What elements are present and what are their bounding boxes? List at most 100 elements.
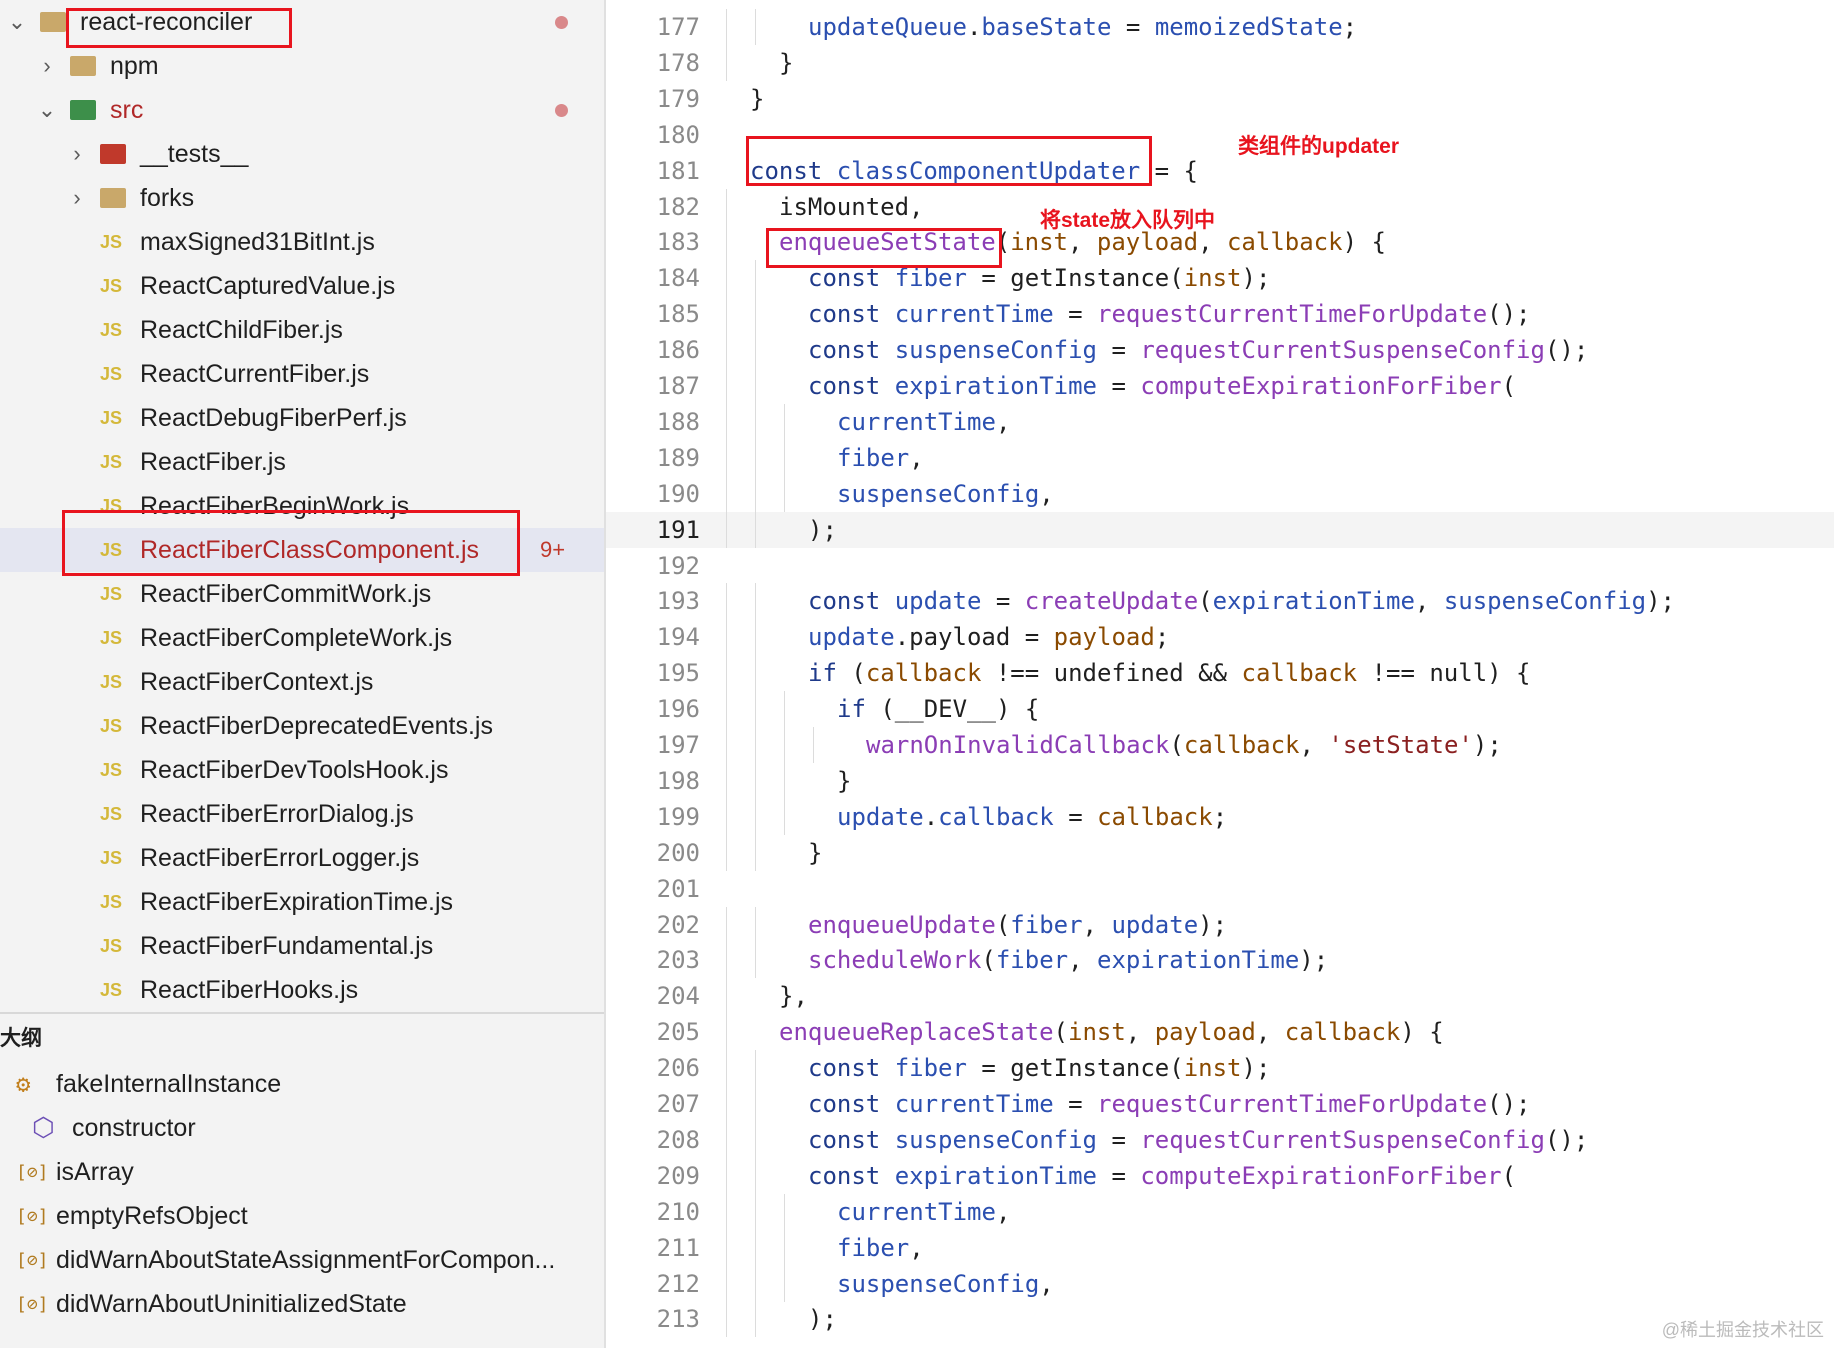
code-line[interactable]: 190 suspenseConfig, xyxy=(606,475,1834,512)
line-number: 203 xyxy=(656,946,700,975)
code-line[interactable]: 211 fiber, xyxy=(606,1229,1834,1266)
code-line[interactable]: 191); xyxy=(606,511,1834,548)
indent-guide xyxy=(784,439,785,476)
file-item[interactable]: JS ReactChildFiber.js xyxy=(0,308,604,352)
file-item[interactable]: JS ReactFiberContext.js xyxy=(0,660,604,704)
code-line[interactable]: 178} xyxy=(606,44,1834,81)
folder-item[interactable]: › npm xyxy=(0,44,604,88)
item-label: ReactCurrentFiber.js xyxy=(140,359,370,388)
folder-item[interactable]: ⌄ src xyxy=(0,88,604,132)
js-file-icon: JS xyxy=(100,627,123,648)
item-label: forks xyxy=(140,183,195,212)
code-line[interactable]: 196 if (__DEV__) { xyxy=(606,691,1834,728)
item-label: npm xyxy=(110,51,159,80)
file-item[interactable]: JS ReactFiberDeprecatedEvents.js xyxy=(0,704,604,748)
outline-item[interactable]: ⬡ constructor xyxy=(0,1106,604,1150)
code-line[interactable]: 198} xyxy=(606,762,1834,799)
folder-item[interactable]: › __tests__ xyxy=(0,132,604,176)
code-line[interactable]: 179} xyxy=(606,81,1834,117)
code-line[interactable]: 192 xyxy=(606,548,1834,584)
indent-guide xyxy=(784,403,785,440)
file-item[interactable]: JS ReactCapturedValue.js xyxy=(0,264,604,308)
item-label: ReactChildFiber.js xyxy=(140,315,343,344)
line-number: 192 xyxy=(656,551,700,580)
item-label: ReactCapturedValue.js xyxy=(140,271,396,300)
chevron-right-icon[interactable]: › xyxy=(36,53,58,79)
chevron-right-icon[interactable]: › xyxy=(66,141,88,167)
indent-guide xyxy=(726,224,727,261)
indent-guide xyxy=(726,1157,727,1194)
code-line[interactable]: 207 const currentTime = requestCurrentTim… xyxy=(606,1086,1834,1122)
code-line[interactable]: 177 updateQueue.baseState = memoizedState… xyxy=(606,9,1834,45)
file-item[interactable]: JS ReactFiber.js xyxy=(0,440,604,484)
code-line[interactable]: 203 scheduleWork(fiber, expirationTime); xyxy=(606,942,1834,979)
folder-item[interactable]: › forks xyxy=(0,176,604,220)
line-number: 181 xyxy=(656,156,700,185)
highlight-box-folder xyxy=(66,8,292,48)
outline-item[interactable]: [⊘] didWarnAboutStateAssignmentForCompon.… xyxy=(0,1238,604,1282)
code-line[interactable]: 188 currentTime, xyxy=(606,403,1834,440)
folder-icon xyxy=(40,12,66,32)
file-item[interactable]: JS ReactFiberDevToolsHook.js xyxy=(0,748,604,792)
file-item[interactable]: JS ReactFiberExpirationTime.js xyxy=(0,880,604,924)
indent-guide xyxy=(726,296,727,333)
class-icon: ⚙ xyxy=(16,1070,31,1098)
indent-guide xyxy=(755,1265,756,1302)
code-line[interactable]: 213); xyxy=(606,1301,1834,1338)
file-item[interactable]: JS ReactFiberCommitWork.js xyxy=(0,572,604,616)
code-line[interactable]: 182 isMounted, xyxy=(606,188,1834,225)
code-text: }, xyxy=(779,982,808,1011)
outline-item[interactable]: ⚙ fakeInternalInstance xyxy=(0,1062,604,1106)
code-line[interactable]: 195 if (callback !== undefined && callbac… xyxy=(606,655,1834,692)
code-text: suspenseConfig, xyxy=(837,1269,1054,1298)
code-line[interactable]: 194 update.payload = payload; xyxy=(606,619,1834,656)
file-item[interactable]: JS ReactFiberErrorLogger.js xyxy=(0,836,604,880)
code-line[interactable]: 202 enqueueUpdate(fiber, update); xyxy=(606,906,1834,943)
file-item[interactable]: JS ReactFiberErrorDialog.js xyxy=(0,792,604,836)
code-line[interactable]: 187 const expirationTime = computeExpirat… xyxy=(606,368,1834,404)
outline-item-label: isArray xyxy=(56,1157,134,1186)
code-text: enqueueReplaceState(inst, payload, callb… xyxy=(779,1018,1444,1047)
code-line[interactable]: 189 fiber, xyxy=(606,439,1834,476)
code-line[interactable]: 209 const expirationTime = computeExpirat… xyxy=(606,1157,1834,1194)
file-item[interactable]: JS ReactFiberCompleteWork.js xyxy=(0,616,604,660)
indent-guide xyxy=(784,1265,785,1302)
code-line[interactable]: 212 suspenseConfig, xyxy=(606,1265,1834,1302)
line-number: 179 xyxy=(656,84,700,113)
code-line[interactable]: 205 enqueueReplaceState(inst, payload, ca… xyxy=(606,1014,1834,1051)
outline-item[interactable]: [⊘] didWarnAboutUninitializedState xyxy=(0,1282,604,1326)
chevron-right-icon[interactable]: › xyxy=(66,185,88,211)
indent-guide xyxy=(726,834,727,871)
indent-guide xyxy=(726,511,727,548)
indent-guide xyxy=(726,260,727,297)
code-line[interactable]: 210 currentTime, xyxy=(606,1193,1834,1230)
code-line[interactable]: 208 const suspenseConfig = requestCurrent… xyxy=(606,1121,1834,1158)
code-line[interactable]: 200} xyxy=(606,834,1834,871)
line-number: 206 xyxy=(656,1054,700,1083)
indent-guide xyxy=(755,619,756,656)
file-item[interactable]: JS ReactFiberHooks.js xyxy=(0,968,604,1012)
outline-item[interactable]: [⊘] emptyRefsObject xyxy=(0,1194,604,1238)
code-line[interactable]: 197 warnOnInvalidCallback(callback, 'setS… xyxy=(606,727,1834,763)
code-line[interactable]: 185 const currentTime = requestCurrentTim… xyxy=(606,296,1834,333)
code-line[interactable]: 201 xyxy=(606,871,1834,907)
code-line[interactable]: 204}, xyxy=(606,978,1834,1015)
code-line[interactable]: 199 update.callback = callback; xyxy=(606,798,1834,835)
code-line[interactable]: 193 const update = createUpdate(expiratio… xyxy=(606,583,1834,620)
code-line[interactable]: 206 const fiber = getInstance(inst); xyxy=(606,1050,1834,1087)
code-line[interactable]: 186 const suspenseConfig = requestCurrent… xyxy=(606,332,1834,369)
file-item[interactable]: JS ReactDebugFiberPerf.js xyxy=(0,396,604,440)
code-text: const suspenseConfig = requestCurrentSus… xyxy=(808,336,1589,365)
file-item[interactable]: JS maxSigned31BitInt.js xyxy=(0,220,604,264)
chevron-down-icon[interactable]: ⌄ xyxy=(6,9,28,35)
indent-guide xyxy=(726,9,727,45)
line-number: 190 xyxy=(656,479,700,508)
indent-guide xyxy=(726,906,727,943)
file-item[interactable]: JS ReactCurrentFiber.js xyxy=(0,352,604,396)
modified-dot xyxy=(555,103,568,117)
code-editor[interactable]: 177 updateQueue.baseState = memoizedState… xyxy=(606,0,1834,1348)
outline-item[interactable]: [⊘] isArray xyxy=(0,1150,604,1194)
file-item[interactable]: JS ReactFiberFundamental.js xyxy=(0,924,604,968)
chevron-down-icon[interactable]: ⌄ xyxy=(36,97,58,123)
outline-title[interactable]: 大纲 xyxy=(0,1022,42,1052)
